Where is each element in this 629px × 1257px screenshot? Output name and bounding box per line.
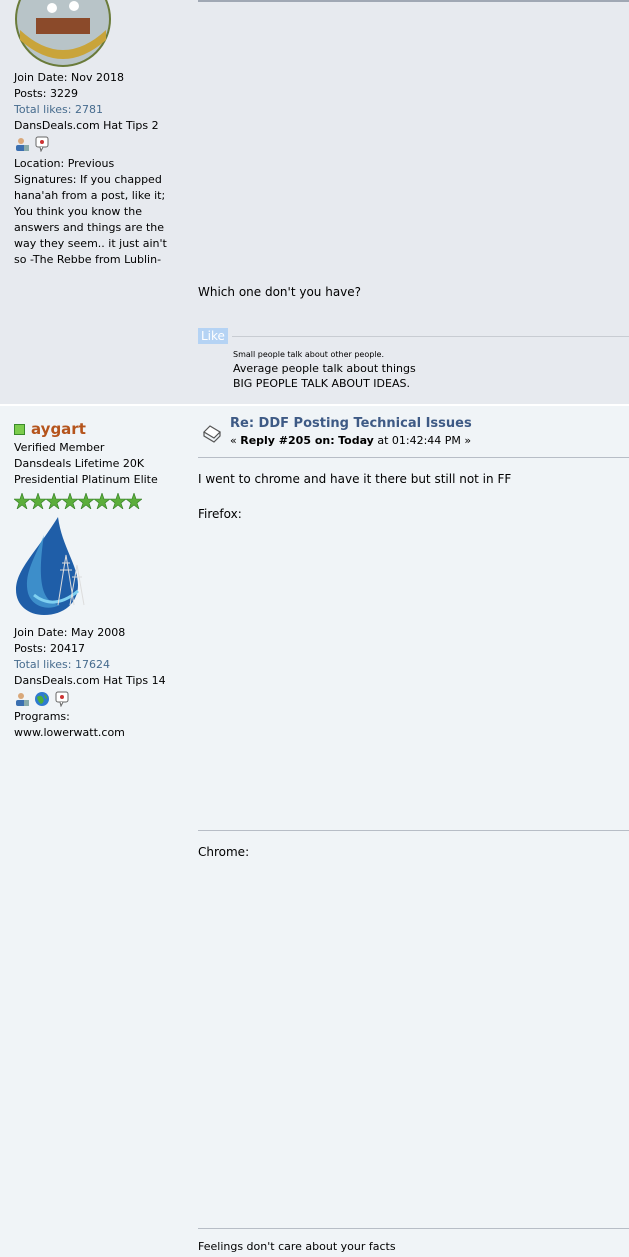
member-group: Dansdeals Lifetime 20K	[14, 457, 145, 470]
star-icon	[78, 493, 94, 509]
join-date: Join Date: Nov 2018	[14, 71, 124, 84]
reply-prefix: «	[230, 434, 237, 447]
post-count: Posts: 20417	[14, 642, 85, 655]
location: Location: Previous Signatures: If you ch…	[14, 157, 167, 266]
post-xx-icon	[203, 425, 221, 443]
profile-icon[interactable]	[14, 691, 30, 707]
avatar[interactable]	[14, 515, 88, 615]
poster-icons	[14, 136, 174, 153]
header-divider	[198, 457, 629, 458]
total-likes[interactable]: Total likes: 17624	[14, 657, 174, 673]
signature-line-2: Average people talk about things	[233, 362, 416, 375]
avatar[interactable]	[14, 0, 112, 68]
firefox-label: Firefox:	[198, 507, 242, 521]
hat-tips: DansDeals.com Hat Tips 2	[14, 119, 159, 132]
reply-time: at 01:42:44 PM »	[377, 434, 472, 447]
post-divider	[198, 0, 629, 2]
poster-info: aygart Verified Member Dansdeals Lifetim…	[14, 421, 174, 741]
signature-line-3: BIG PEOPLE TALK ABOUT IDEAS.	[233, 377, 410, 390]
online-indicator-icon	[14, 423, 25, 435]
signature-divider	[198, 1228, 629, 1229]
programs-label: Programs:	[14, 710, 70, 723]
post-message: Which one don't you have?	[198, 285, 362, 299]
signature-line-1: Small people talk about other people.	[233, 350, 384, 359]
poster-icons	[14, 691, 174, 708]
message-line-1: I went to chrome and have it there but s…	[198, 472, 512, 486]
chrome-label: Chrome:	[198, 845, 250, 859]
programs-value: www.lowerwatt.com	[14, 726, 125, 739]
like-bar: Like	[198, 328, 629, 344]
like-button[interactable]: Like	[198, 328, 228, 344]
rank-stars	[14, 493, 174, 509]
post-header: Re: DDF Posting Technical Issues « Reply…	[198, 416, 629, 456]
star-icon	[46, 493, 62, 509]
signature: Feelings don't care about your facts	[198, 1240, 396, 1253]
star-icon	[30, 493, 46, 509]
signature: Small people talk about other people. Av…	[233, 349, 416, 391]
star-icon	[126, 493, 142, 509]
star-icon	[110, 493, 126, 509]
like-divider	[232, 336, 629, 337]
star-icon	[14, 493, 30, 509]
total-likes[interactable]: Total likes: 2781	[14, 102, 174, 118]
pm-icon[interactable]	[54, 691, 70, 708]
username[interactable]: aygart	[14, 421, 174, 437]
reply-day: Today	[338, 434, 374, 447]
website-icon[interactable]	[34, 691, 50, 707]
username-text[interactable]: aygart	[31, 421, 86, 437]
reply-info: « Reply #205 on: Today at 01:42:44 PM »	[230, 434, 471, 447]
poster-info: Join Date: Nov 2018 Posts: 3229 Total li…	[14, 70, 174, 268]
image-divider	[198, 830, 629, 831]
reply-number[interactable]: Reply #205 on:	[240, 434, 334, 447]
star-icon	[62, 493, 78, 509]
pm-icon[interactable]	[34, 136, 50, 153]
post-1: Join Date: Nov 2018 Posts: 3229 Total li…	[0, 0, 629, 404]
post-2: aygart Verified Member Dansdeals Lifetim…	[0, 406, 629, 1257]
join-date: Join Date: May 2008	[14, 626, 126, 639]
star-icon	[94, 493, 110, 509]
member-title: Verified Member	[14, 441, 105, 454]
hat-tips: DansDeals.com Hat Tips 14	[14, 674, 166, 687]
post-count: Posts: 3229	[14, 87, 78, 100]
profile-icon[interactable]	[14, 136, 30, 152]
member-status: Presidential Platinum Elite	[14, 473, 158, 486]
post-subject[interactable]: Re: DDF Posting Technical Issues	[230, 416, 472, 431]
